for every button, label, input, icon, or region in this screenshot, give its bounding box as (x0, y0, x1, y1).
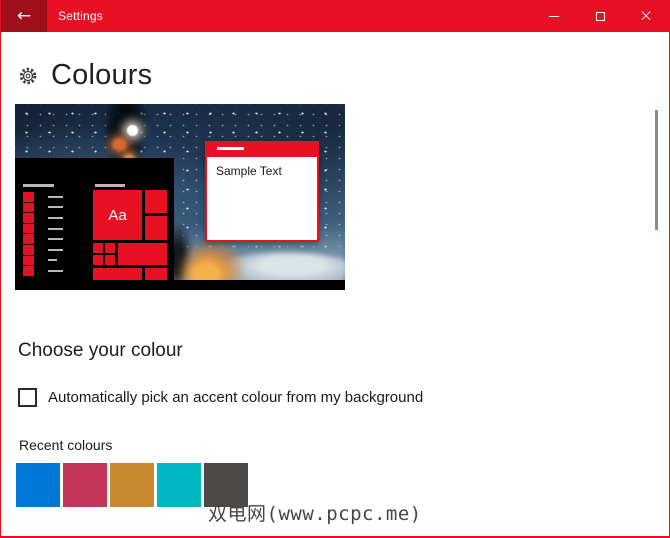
back-button[interactable]: ← (1, 0, 47, 32)
window-title: Settings (58, 9, 103, 23)
sample-window-preview: Sample Text (205, 141, 319, 242)
scrollbar-thumb[interactable] (655, 110, 658, 230)
start-tile-large: Aa (93, 190, 142, 240)
minimize-icon (549, 15, 559, 17)
maximize-icon (595, 11, 605, 21)
choose-colour-heading: Choose your colour (18, 340, 183, 361)
start-tile (145, 268, 167, 280)
page-title: Colours (51, 59, 153, 91)
start-tile (93, 255, 103, 265)
start-tile (118, 243, 167, 265)
auto-accent-row[interactable]: Automatically pick an accent colour from… (18, 388, 423, 407)
titlebar: ← Settings × (1, 0, 669, 32)
start-tile (145, 216, 167, 240)
start-tile-label: Aa (108, 206, 127, 224)
ornament-glow (112, 138, 127, 151)
close-button[interactable]: × (623, 0, 669, 32)
start-tile (105, 255, 115, 265)
auto-accent-label: Automatically pick an accent colour from… (48, 389, 424, 406)
back-arrow-icon: ← (16, 6, 32, 26)
start-tile (145, 190, 167, 213)
recent-colour-swatch[interactable] (63, 463, 107, 507)
close-icon: × (638, 5, 654, 26)
gear-icon (19, 67, 37, 84)
start-tile (105, 243, 115, 253)
start-tile (93, 243, 103, 253)
tiles-header-line (95, 184, 125, 187)
start-menu-preview: Aa (15, 158, 174, 290)
minimize-button[interactable] (531, 0, 577, 32)
taskbar-preview (15, 280, 345, 290)
star-glint (127, 125, 138, 136)
colour-preview-image: Aa Sample Text (15, 104, 345, 290)
sample-window-titlebar (205, 141, 319, 157)
recent-colours-heading: Recent colours (19, 437, 113, 453)
sample-text: Sample Text (216, 164, 282, 178)
page-header: Colours (18, 59, 152, 92)
auto-accent-checkbox[interactable] (18, 388, 37, 407)
settings-window: ← Settings × Colours Aa Sample Text Choo… (0, 0, 670, 538)
app-list-preview (23, 192, 63, 276)
recent-colour-swatch[interactable] (110, 463, 154, 507)
watermark: 双电网(www.pcpc.me) (208, 503, 422, 525)
recent-colour-swatch[interactable] (16, 463, 60, 507)
recent-colour-swatch[interactable] (157, 463, 201, 507)
start-tile (93, 268, 142, 280)
maximize-button[interactable] (577, 0, 623, 32)
menu-header-line (23, 184, 54, 187)
sample-window-title-line (217, 147, 244, 150)
caption-buttons: × (531, 0, 669, 32)
